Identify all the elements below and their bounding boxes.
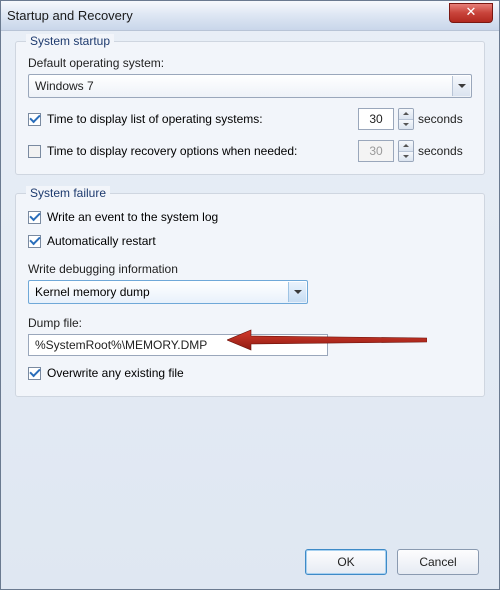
system-failure-group: System failure Write an event to the sys…: [15, 193, 485, 397]
dump-file-label: Dump file:: [28, 316, 472, 330]
ok-button[interactable]: OK: [305, 549, 387, 575]
stepper-down[interactable]: [399, 120, 413, 130]
dialog-content: System startup Default operating system:…: [1, 31, 499, 397]
auto-restart-checkbox[interactable]: [28, 235, 41, 248]
titlebar: Startup and Recovery ✕: [1, 1, 499, 31]
display-recovery-unit: seconds: [418, 144, 472, 158]
display-list-unit: seconds: [418, 112, 472, 126]
write-event-row: Write an event to the system log: [28, 210, 472, 224]
write-event-checkbox[interactable]: [28, 211, 41, 224]
dump-file-input[interactable]: %SystemRoot%\MEMORY.DMP: [28, 334, 328, 356]
display-list-row: Time to display list of operating system…: [28, 108, 472, 130]
display-list-stepper[interactable]: [398, 108, 414, 130]
debug-info-dropdown[interactable]: Kernel memory dump: [28, 280, 308, 304]
display-recovery-checkbox[interactable]: [28, 145, 41, 158]
chevron-down-icon: [294, 290, 302, 294]
chevron-up-icon: [403, 112, 409, 115]
stepper-down: [399, 152, 413, 162]
system-failure-title: System failure: [26, 186, 110, 200]
write-event-label: Write an event to the system log: [47, 210, 218, 224]
default-os-value: Windows 7: [35, 79, 94, 93]
window-title: Startup and Recovery: [7, 8, 133, 23]
display-recovery-stepper: [398, 140, 414, 162]
default-os-label: Default operating system:: [28, 56, 472, 70]
close-button[interactable]: ✕: [449, 3, 493, 23]
dialog-buttons: OK Cancel: [305, 549, 479, 575]
chevron-up-icon: [403, 144, 409, 147]
dropdown-button[interactable]: [452, 76, 470, 96]
overwrite-row: Overwrite any existing file: [28, 366, 472, 380]
debug-info-label: Write debugging information: [28, 262, 472, 276]
display-recovery-spinner: 30 seconds: [358, 140, 472, 162]
stepper-up: [399, 141, 413, 152]
default-os-dropdown[interactable]: Windows 7: [28, 74, 472, 98]
chevron-down-icon: [458, 84, 466, 88]
overwrite-checkbox[interactable]: [28, 367, 41, 380]
display-list-spinner: 30 seconds: [358, 108, 472, 130]
overwrite-label: Overwrite any existing file: [47, 366, 184, 380]
auto-restart-label: Automatically restart: [47, 234, 156, 248]
debug-info-value: Kernel memory dump: [35, 285, 150, 299]
chevron-down-icon: [403, 123, 409, 126]
display-list-value[interactable]: 30: [358, 108, 394, 130]
dropdown-button[interactable]: [288, 282, 306, 302]
display-list-label: Time to display list of operating system…: [47, 112, 263, 126]
stepper-up[interactable]: [399, 109, 413, 120]
display-recovery-row: Time to display recovery options when ne…: [28, 140, 472, 162]
system-startup-group: System startup Default operating system:…: [15, 41, 485, 175]
close-icon: ✕: [466, 4, 477, 19]
display-recovery-value: 30: [358, 140, 394, 162]
auto-restart-row: Automatically restart: [28, 234, 472, 248]
cancel-button[interactable]: Cancel: [397, 549, 479, 575]
display-list-checkbox[interactable]: [28, 113, 41, 126]
display-recovery-label: Time to display recovery options when ne…: [47, 144, 297, 158]
startup-recovery-dialog: Startup and Recovery ✕ System startup De…: [0, 0, 500, 590]
system-startup-title: System startup: [26, 34, 114, 48]
chevron-down-icon: [403, 155, 409, 158]
